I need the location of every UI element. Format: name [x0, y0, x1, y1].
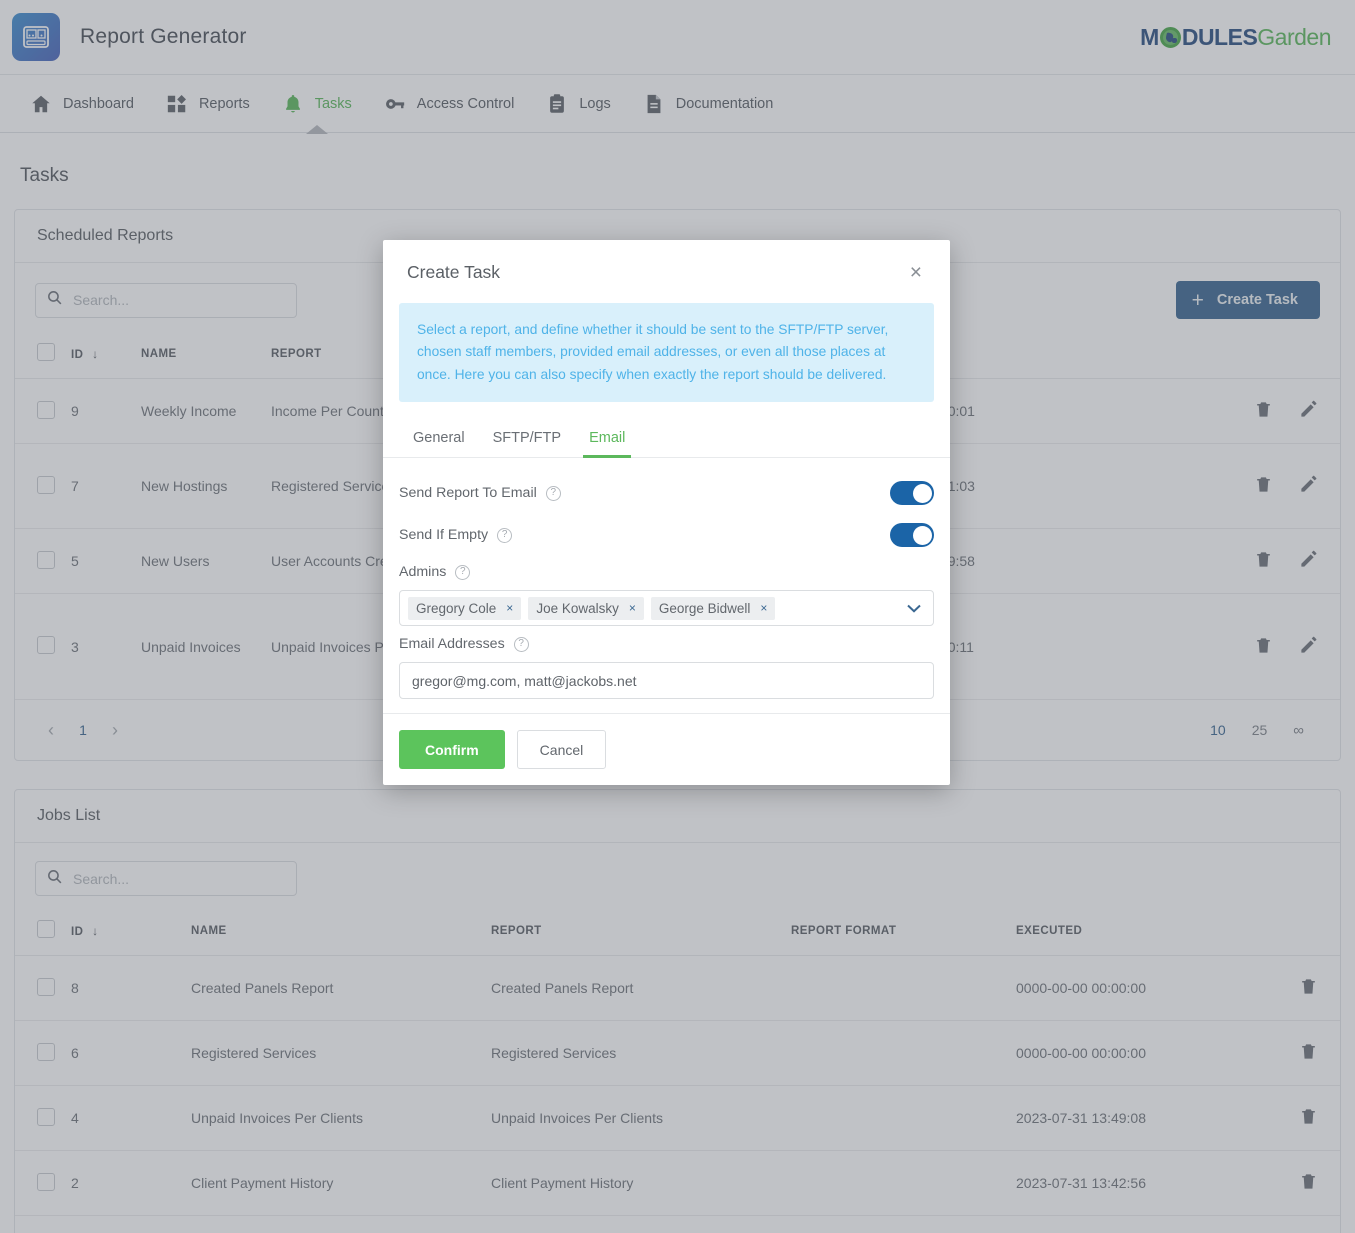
- email-addresses-input[interactable]: [399, 662, 934, 700]
- field-label-group: Email Addresses ?: [399, 636, 934, 652]
- remove-tag-icon[interactable]: ×: [506, 601, 513, 615]
- help-icon[interactable]: ?: [513, 636, 529, 652]
- toggle-knob: [912, 483, 932, 503]
- create-task-modal: Create Task × Select a report, and defin…: [383, 240, 950, 786]
- email-addresses-label: Email Addresses: [399, 636, 505, 653]
- field-label-group: Send If Empty ?: [399, 527, 513, 544]
- modal-body: Send Report To Email ? Send If Empty ? A…: [383, 458, 950, 713]
- confirm-button[interactable]: Confirm: [399, 730, 505, 770]
- send-if-empty-toggle[interactable]: [890, 523, 934, 548]
- field-label-group: Admins ?: [399, 564, 934, 580]
- admin-tag-label: George Bidwell: [658, 600, 751, 616]
- cancel-button[interactable]: Cancel: [516, 730, 607, 770]
- send-report-to-email-toggle[interactable]: [890, 481, 934, 506]
- admin-tag[interactable]: Joe Kowalsky ×: [528, 596, 644, 620]
- field-email-addresses: Email Addresses ?: [399, 628, 934, 701]
- modal-title: Create Task: [407, 262, 501, 282]
- modal-footer: Confirm Cancel: [383, 713, 950, 785]
- tab-email[interactable]: Email: [575, 424, 639, 459]
- tab-general[interactable]: General: [399, 424, 479, 457]
- admins-label: Admins: [399, 564, 447, 581]
- help-icon[interactable]: ?: [545, 485, 561, 501]
- toggle-knob: [912, 525, 932, 545]
- field-admins: Admins ? Gregory Cole × Joe Kowalsky × G…: [399, 556, 934, 628]
- help-icon[interactable]: ?: [455, 564, 471, 580]
- field-label-group: Send Report To Email ?: [399, 485, 561, 501]
- chevron-down-icon[interactable]: [907, 601, 925, 616]
- admin-tag-label: Gregory Cole: [416, 600, 497, 616]
- close-icon[interactable]: ×: [906, 260, 926, 285]
- tab-sftp-ftp[interactable]: SFTP/FTP: [479, 424, 575, 457]
- app-root: Report Generator M DULES Garden Dashboar…: [0, 0, 1355, 1233]
- admins-multiselect[interactable]: Gregory Cole × Joe Kowalsky × George Bid…: [399, 590, 934, 627]
- modal-header: Create Task ×: [383, 240, 950, 299]
- admin-tag[interactable]: George Bidwell ×: [650, 596, 776, 620]
- modal-info-text: Select a report, and define whether it s…: [399, 303, 934, 403]
- field-send-report-to-email: Send Report To Email ?: [399, 472, 934, 514]
- modal-tabs: General SFTP/FTP Email: [383, 402, 950, 459]
- remove-tag-icon[interactable]: ×: [760, 601, 767, 615]
- remove-tag-icon[interactable]: ×: [629, 601, 636, 615]
- send-if-empty-label: Send If Empty: [399, 527, 489, 544]
- send-report-to-email-label: Send Report To Email: [399, 485, 537, 502]
- admin-tag-label: Joe Kowalsky: [536, 600, 619, 616]
- admin-tag[interactable]: Gregory Cole ×: [408, 596, 522, 620]
- help-icon[interactable]: ?: [497, 527, 513, 543]
- field-send-if-empty: Send If Empty ?: [399, 514, 934, 556]
